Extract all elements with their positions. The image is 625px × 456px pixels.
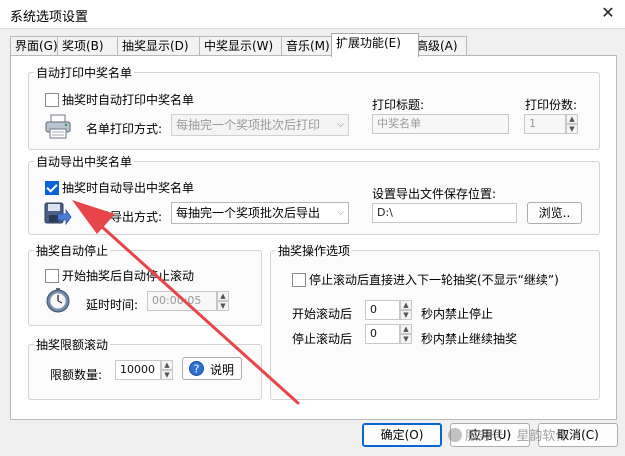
export-mode-label: 名单导出方式: — [86, 210, 163, 224]
tab-prizes[interactable]: 奖项(B) — [57, 36, 125, 56]
watermark: 服务号 · 星韵软件 — [448, 425, 568, 444]
auto-stop-checkbox-label: 开始抽奖后自动停止滚动 — [62, 269, 195, 283]
auto-export-group-title: 自动导出中奖名单 — [34, 153, 135, 170]
limit-count-label: 限额数量: — [50, 368, 103, 382]
print-mode-select[interactable]: 每抽完一个奖项批次后打印 ⌵ — [171, 114, 349, 136]
tab-draw-display[interactable]: 抽奖显示(D) — [117, 36, 207, 56]
limit-down-icon[interactable]: ▼ — [161, 370, 173, 380]
export-mode-select[interactable]: 每抽完一个奖项批次后导出 ⌵ — [171, 202, 349, 224]
stop-up-icon[interactable]: ▲ — [400, 324, 412, 334]
stop-roll-suffix: 秒内禁止继续抽奖 — [421, 332, 518, 346]
start-up-icon[interactable]: ▲ — [400, 300, 412, 310]
tab-extensions[interactable]: 扩展功能(E) — [331, 33, 419, 57]
auto-stop-group-title: 抽奖自动停止 — [34, 242, 111, 259]
auto-print-group — [28, 72, 600, 150]
print-mode-value: 每抽完一个奖项批次后打印 — [176, 118, 321, 132]
chevron-down-icon: ⌵ — [337, 208, 344, 218]
export-path-input[interactable]: D:\ — [372, 203, 517, 223]
stop-down-icon[interactable]: ▼ — [400, 334, 412, 344]
limit-roll-group-title: 抽奖限额滚动 — [34, 336, 111, 353]
delay-time-input[interactable]: 00:00:05 — [147, 291, 217, 311]
print-copies-up-icon[interactable]: ▲ — [566, 114, 578, 124]
auto-export-checkbox[interactable] — [45, 181, 59, 195]
stopwatch-icon — [46, 288, 70, 313]
window-title: 系统选项设置 — [10, 10, 89, 25]
chevron-down-icon: ⌵ — [337, 120, 344, 130]
next-round-checkbox-label: 停止滚动后直接进入下一轮抽奖(不显示“继续”) — [309, 273, 559, 287]
next-round-checkbox[interactable] — [292, 273, 306, 287]
export-mode-value: 每抽完一个奖项批次后导出 — [176, 206, 321, 220]
title-bar — [0, 0, 625, 29]
wechat-icon — [448, 428, 462, 442]
print-copies-input[interactable]: 1 — [524, 114, 566, 134]
limit-count-input[interactable]: 10000 — [115, 360, 161, 380]
auto-print-checkbox[interactable] — [45, 93, 59, 107]
auto-print-checkbox-label: 抽奖时自动打印中奖名单 — [62, 93, 195, 107]
delay-up-icon[interactable]: ▲ — [217, 291, 229, 301]
tab-advanced[interactable]: 高级(A) — [411, 36, 467, 56]
stop-roll-seconds-input[interactable]: 0 — [365, 324, 400, 344]
delay-time-label: 延时时间: — [86, 298, 139, 312]
limit-up-icon[interactable]: ▲ — [161, 360, 173, 370]
start-roll-seconds-input[interactable]: 0 — [365, 300, 400, 320]
start-down-icon[interactable]: ▼ — [400, 310, 412, 320]
save-export-icon — [44, 202, 72, 226]
close-button[interactable]: ✕ — [597, 3, 619, 23]
printer-icon — [45, 114, 71, 139]
print-copies-label: 打印份数: — [525, 98, 578, 112]
help-button-label: 说明 — [210, 363, 235, 377]
help-button[interactable]: ? 说明 — [182, 357, 242, 380]
auto-export-checkbox-label: 抽奖时自动导出中奖名单 — [62, 181, 195, 195]
auto-stop-checkbox[interactable] — [45, 269, 59, 283]
svg-text:?: ? — [194, 363, 200, 376]
close-icon: ✕ — [601, 3, 615, 22]
print-copies-down-icon[interactable]: ▼ — [566, 124, 578, 134]
export-path-label: 设置导出文件保存位置: — [372, 187, 497, 201]
stop-roll-prefix: 停止滚动后 — [292, 332, 353, 346]
print-mode-label: 名单打印方式: — [86, 122, 163, 136]
ok-button[interactable]: 确定(O) — [362, 423, 442, 447]
help-icon: ? — [189, 361, 204, 376]
operation-group-title: 抽奖操作选项 — [276, 242, 353, 259]
auto-print-group-title: 自动打印中奖名单 — [34, 64, 135, 81]
start-roll-suffix: 秒内禁止停止 — [421, 307, 494, 321]
print-title-input[interactable]: 中奖名单 — [372, 114, 509, 134]
delay-down-icon[interactable]: ▼ — [217, 301, 229, 311]
browse-button[interactable]: 浏览.. — [527, 202, 582, 224]
print-title-label: 打印标题: — [372, 98, 425, 112]
tab-winner-display[interactable]: 中奖显示(W) — [199, 36, 289, 56]
start-roll-prefix: 开始滚动后 — [292, 307, 353, 321]
